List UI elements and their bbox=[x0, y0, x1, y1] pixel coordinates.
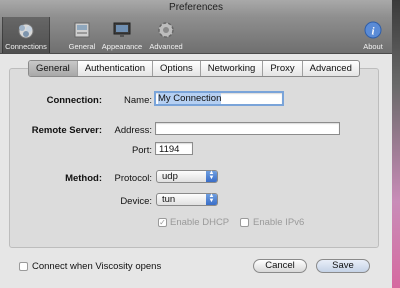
method-section-label: Method: bbox=[65, 173, 102, 184]
general-icon bbox=[74, 22, 90, 38]
toolbar-advanced[interactable]: Advanced bbox=[146, 17, 186, 53]
protocol-label: Protocol: bbox=[114, 173, 153, 184]
info-icon: i bbox=[364, 21, 382, 39]
name-value: My Connection bbox=[158, 93, 222, 104]
address-label: Address: bbox=[114, 125, 153, 136]
device-popup[interactable]: tun ▲ ▼ bbox=[156, 193, 218, 206]
address-field[interactable] bbox=[155, 122, 340, 135]
preferences-toolbar: Connections General Appearance Advanced … bbox=[0, 17, 392, 54]
tab-bar: General Authentication Options Networkin… bbox=[28, 60, 360, 77]
port-field[interactable]: 1194 bbox=[155, 142, 193, 155]
toolbar-label: About bbox=[363, 42, 383, 51]
advanced-gear-icon bbox=[158, 22, 174, 38]
device-label: Device: bbox=[120, 196, 152, 207]
enable-ipv6-label: Enable IPv6 bbox=[253, 217, 305, 228]
connect-on-open-label: Connect when Viscosity opens bbox=[32, 261, 162, 272]
toolbar-label: Connections bbox=[5, 42, 47, 51]
checkmark-icon: ✓ bbox=[159, 218, 166, 227]
device-value: tun bbox=[162, 194, 176, 205]
enable-dhcp-checkbox[interactable]: ✓ bbox=[158, 218, 167, 227]
toolbar-general[interactable]: General bbox=[64, 17, 100, 53]
toolbar-about[interactable]: i About bbox=[358, 17, 388, 53]
protocol-popup[interactable]: udp ▲ ▼ bbox=[156, 170, 218, 183]
preferences-window: Preferences Connections General Appearan… bbox=[0, 0, 392, 288]
desktop-background bbox=[392, 0, 400, 288]
name-label: Name: bbox=[124, 95, 152, 106]
tab-options[interactable]: Options bbox=[153, 61, 201, 76]
appearance-icon bbox=[113, 22, 131, 37]
tab-advanced[interactable]: Advanced bbox=[303, 61, 359, 76]
port-label: Port: bbox=[131, 145, 152, 156]
cancel-button[interactable]: Cancel bbox=[253, 259, 307, 273]
save-button[interactable]: Save bbox=[316, 259, 370, 273]
tab-networking[interactable]: Networking bbox=[201, 61, 264, 76]
updown-arrows-icon: ▲ ▼ bbox=[206, 193, 217, 205]
name-field[interactable]: My Connection bbox=[154, 91, 284, 106]
enable-dhcp-label: Enable DHCP bbox=[170, 217, 230, 228]
toolbar-label: Appearance bbox=[101, 42, 143, 51]
connections-icon bbox=[18, 23, 34, 39]
window-title: Preferences bbox=[169, 2, 223, 13]
protocol-value: udp bbox=[162, 171, 178, 182]
tab-general[interactable]: General bbox=[29, 61, 78, 76]
remote-server-section-label: Remote Server: bbox=[31, 125, 102, 136]
updown-arrows-icon: ▲ ▼ bbox=[206, 170, 217, 182]
tab-authentication[interactable]: Authentication bbox=[78, 61, 154, 76]
toolbar-label: Advanced bbox=[149, 42, 183, 51]
tab-proxy[interactable]: Proxy bbox=[263, 61, 303, 76]
connection-section-label: Connection: bbox=[46, 95, 102, 106]
toolbar-appearance[interactable]: Appearance bbox=[100, 17, 144, 53]
enable-ipv6-checkbox[interactable] bbox=[240, 218, 249, 227]
connect-on-open-checkbox[interactable] bbox=[19, 262, 28, 271]
window-titlebar: Preferences bbox=[0, 0, 392, 17]
toolbar-label: General bbox=[68, 42, 96, 51]
toolbar-connections[interactable]: Connections bbox=[2, 17, 50, 53]
